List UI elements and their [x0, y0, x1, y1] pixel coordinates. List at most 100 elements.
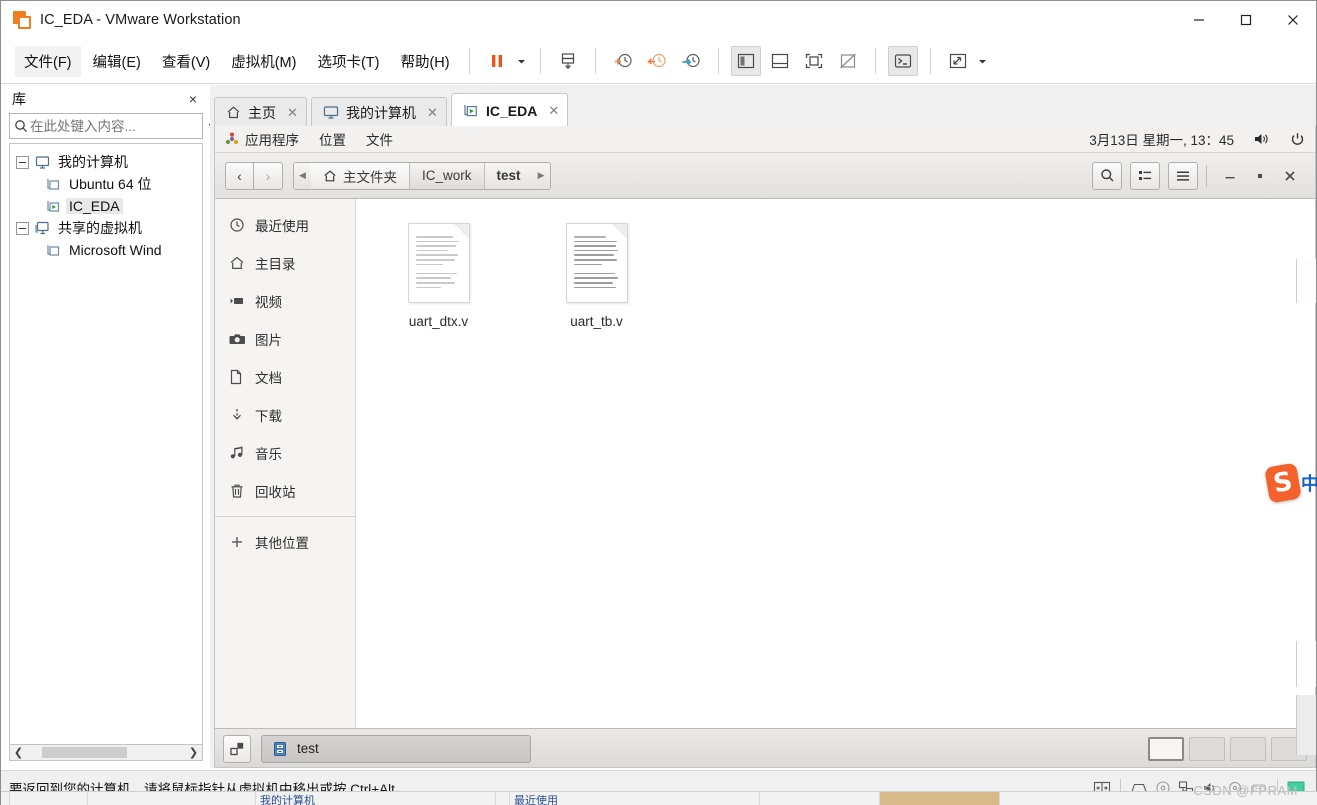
show-library-button[interactable]: [730, 46, 761, 76]
place-videos[interactable]: 视频: [215, 282, 355, 320]
sogou-ime-widget[interactable]: S 中: [1264, 462, 1317, 504]
tab-home[interactable]: 主页 ✕: [214, 97, 307, 127]
library-panel: 库 × ▼ 我的计算机: [2, 85, 216, 768]
place-other-locations[interactable]: 其他位置: [215, 523, 355, 561]
file-item[interactable]: uart_tb.v: [534, 213, 659, 348]
menu-edit[interactable]: 编辑(E): [84, 46, 150, 77]
sogou-ime-mode-label[interactable]: 中: [1301, 470, 1317, 496]
menu-file[interactable]: 文件(F): [15, 45, 81, 77]
file-item[interactable]: uart_dtx.v: [376, 213, 501, 348]
power-dropdown[interactable]: [514, 47, 530, 75]
workspace-switcher: [1143, 736, 1307, 761]
show-thumbnail-button[interactable]: [765, 46, 795, 76]
breadcrumb-home[interactable]: 主文件夹: [311, 162, 409, 189]
library-search[interactable]: ▼: [9, 113, 216, 139]
search-input[interactable]: [28, 118, 207, 134]
file-manager-window: ‹ › ◀ 主文件夹 IC_work test ▶ 最近使用 主目录 视频 图片…: [215, 153, 1315, 767]
breadcrumb-scroll-left[interactable]: ◀: [294, 162, 311, 189]
breadcrumb-scroll-right[interactable]: ▶: [532, 162, 550, 189]
menu-help[interactable]: 帮助(H): [391, 46, 458, 77]
scrollbar-thumb[interactable]: [42, 747, 127, 758]
manage-snapshot-button[interactable]: [553, 46, 583, 76]
menu-bar: 文件(F) 编辑(E) 查看(V) 虚拟机(M) 选项卡(T) 帮助(H): [1, 39, 1316, 84]
place-downloads[interactable]: 下载: [215, 396, 355, 434]
tree-item-my-computer[interactable]: 我的计算机: [10, 151, 202, 173]
tree-item-ic-eda[interactable]: IC_EDA: [10, 195, 202, 217]
forward-button[interactable]: ›: [254, 161, 283, 190]
power-icon[interactable]: [1280, 126, 1315, 153]
maximize-button[interactable]: [1222, 1, 1269, 39]
place-music[interactable]: 音乐: [215, 434, 355, 472]
menu-tabs[interactable]: 选项卡(T): [308, 46, 388, 77]
offscreen-window-fragment-mid: [1296, 641, 1316, 687]
hamburger-menu-button[interactable]: [1168, 161, 1198, 190]
window-close-button[interactable]: [1275, 162, 1305, 190]
toolbar-separator-6: [929, 48, 931, 74]
close-icon[interactable]: ✕: [286, 105, 299, 121]
place-documents[interactable]: 文档: [215, 358, 355, 396]
show-desktop-button[interactable]: [223, 734, 251, 763]
window-minimize-button[interactable]: [1215, 162, 1245, 190]
place-pictures[interactable]: 图片: [215, 320, 355, 358]
close-icon[interactable]: ✕: [547, 103, 560, 119]
tab-my-computer[interactable]: 我的计算机 ✕: [311, 97, 447, 127]
tree-item-microsoft-windows[interactable]: Microsoft Wind: [10, 239, 202, 261]
files-menu[interactable]: 文件: [356, 126, 403, 153]
scroll-left-icon[interactable]: ❮: [10, 746, 27, 759]
applications-label: 应用程序: [245, 133, 299, 148]
place-recent[interactable]: 最近使用: [215, 206, 355, 244]
applications-menu[interactable]: 应用程序: [215, 126, 309, 153]
clock[interactable]: 3月13日 星期一, 13：45: [1079, 129, 1244, 149]
back-button[interactable]: ‹: [225, 161, 254, 190]
stretch-button[interactable]: [943, 46, 973, 76]
places-menu[interactable]: 位置: [309, 126, 356, 153]
tree-item-label: 我的计算机: [58, 154, 128, 170]
stretch-dropdown[interactable]: [975, 47, 991, 75]
revert-snapshot-button[interactable]: [642, 46, 672, 76]
minimize-button[interactable]: [1175, 1, 1222, 39]
workspace-2[interactable]: [1189, 736, 1225, 761]
search-button[interactable]: [1092, 161, 1122, 190]
place-label: 视频: [255, 295, 282, 310]
taskbar-item-test[interactable]: test: [261, 734, 531, 763]
toolbar-separator: [468, 48, 470, 74]
close-icon[interactable]: ✕: [426, 105, 439, 121]
breadcrumb-ic-work[interactable]: IC_work: [409, 162, 484, 189]
tab-ic-eda[interactable]: IC_EDA ✕: [451, 93, 569, 127]
home-icon: [229, 255, 255, 271]
tree-item-ubuntu-64[interactable]: Ubuntu 64 位: [10, 173, 202, 195]
menu-view[interactable]: 查看(V): [153, 46, 219, 77]
volume-icon[interactable]: [1244, 126, 1280, 153]
library-horizontal-scrollbar[interactable]: ❮ ❯: [9, 744, 203, 761]
place-trash[interactable]: 回收站: [215, 472, 355, 510]
vm-running-icon: [463, 103, 479, 118]
title-bar: IC_EDA - VMware Workstation: [1, 1, 1316, 39]
full-screen-button[interactable]: [799, 46, 829, 76]
breadcrumb-test[interactable]: test: [483, 162, 533, 189]
sogou-ime-icon[interactable]: S: [1264, 462, 1302, 504]
workspace-3[interactable]: [1230, 736, 1266, 761]
place-home[interactable]: 主目录: [215, 244, 355, 282]
console-button[interactable]: [887, 46, 918, 76]
suspend-button[interactable]: [482, 46, 512, 76]
window-maximize-button[interactable]: [1245, 162, 1275, 190]
tree-item-shared-vms[interactable]: 共享的虚拟机: [10, 217, 202, 239]
close-icon[interactable]: ×: [184, 90, 202, 108]
vmware-icon: [13, 11, 31, 29]
vm-tab-area: 主页 ✕ 我的计算机 ✕ IC_EDA ✕ 应用程序 位置 文件 3月13日 星…: [214, 85, 1316, 768]
unity-mode-button[interactable]: [833, 46, 863, 76]
place-label: 其他位置: [255, 536, 309, 551]
snapshot-manager-button[interactable]: [676, 46, 706, 76]
tree-expander-icon[interactable]: [16, 221, 29, 235]
shared-vm-icon: [35, 221, 55, 236]
take-snapshot-button[interactable]: [608, 46, 638, 76]
tree-item-label: Ubuntu 64 位: [69, 176, 152, 192]
workspace-1[interactable]: [1148, 736, 1184, 761]
vm-icon: [46, 177, 66, 192]
ubuntu-applications-icon: [225, 132, 239, 146]
scroll-right-icon[interactable]: ❯: [185, 746, 202, 759]
close-button[interactable]: [1269, 1, 1316, 39]
view-toggle-button[interactable]: [1130, 161, 1160, 190]
tree-expander-icon[interactable]: [16, 155, 29, 169]
menu-vm[interactable]: 虚拟机(M): [222, 46, 305, 77]
